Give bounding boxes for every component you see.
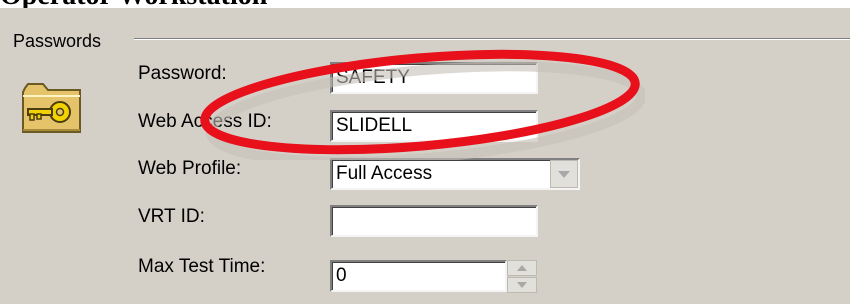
password-label: Password: [138, 63, 227, 84]
max-test-time-label: Max Test Time: [138, 256, 266, 277]
max-test-time-field[interactable]: 0 [330, 260, 507, 292]
web-access-id-label: Web Access ID: [138, 111, 272, 132]
passwords-panel: Passwords Password: SAFETY Web Access ID… [0, 8, 850, 304]
chevron-down-icon[interactable] [550, 160, 578, 188]
document-heading: Operator Workstation [0, 0, 267, 10]
web-access-id-field[interactable]: SLIDELL [330, 110, 538, 142]
group-divider [134, 38, 850, 40]
triangle-up-icon[interactable] [507, 260, 537, 276]
max-test-time-spinner [507, 260, 539, 294]
triangle-down-icon[interactable] [507, 277, 537, 293]
password-field[interactable]: SAFETY [330, 62, 538, 94]
web-profile-select[interactable]: Full Access [330, 158, 580, 190]
group-title: Passwords [13, 31, 106, 52]
web-profile-label: Web Profile: [138, 158, 242, 179]
vrt-id-label: VRT ID: [138, 206, 205, 227]
folder-key-icon [22, 83, 81, 133]
vrt-id-field[interactable] [330, 205, 538, 237]
web-profile-value: Full Access [336, 163, 433, 184]
